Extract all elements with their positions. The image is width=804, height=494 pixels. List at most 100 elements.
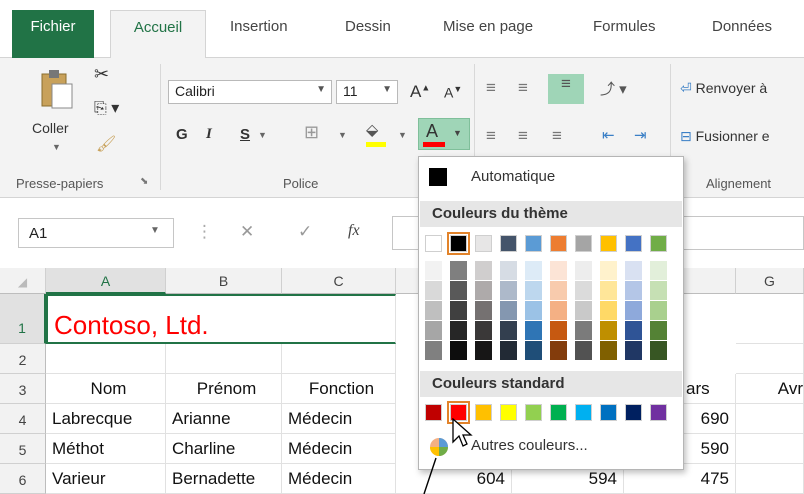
- theme-shade-swatch[interactable]: [500, 321, 517, 340]
- cell[interactable]: [736, 344, 804, 374]
- cell-nom[interactable]: Méthot: [46, 434, 166, 464]
- underline-button[interactable]: S: [240, 126, 250, 143]
- theme-color-swatch[interactable]: [575, 235, 592, 252]
- font-size-combo[interactable]: 11 ▼: [336, 80, 398, 104]
- header-cell-nom[interactable]: Nom: [46, 374, 166, 404]
- standard-color-swatch[interactable]: [600, 404, 617, 421]
- standard-color-swatch[interactable]: [425, 404, 442, 421]
- theme-shade-swatch[interactable]: [475, 341, 492, 360]
- paste-button[interactable]: [36, 68, 76, 112]
- row-header-3[interactable]: 3: [0, 374, 46, 404]
- cell[interactable]: [736, 294, 804, 344]
- row-header-2[interactable]: 2: [0, 344, 46, 374]
- cell-nom[interactable]: Labrecque: [46, 404, 166, 434]
- cut-icon[interactable]: ✂: [94, 64, 109, 85]
- standard-color-swatch[interactable]: [500, 404, 517, 421]
- cell-prenom[interactable]: Charline: [166, 434, 282, 464]
- theme-shade-swatch[interactable]: [425, 261, 442, 280]
- theme-color-swatch[interactable]: [625, 235, 642, 252]
- theme-shade-swatch[interactable]: [575, 341, 592, 360]
- theme-shade-swatch[interactable]: [650, 261, 667, 280]
- standard-color-swatch[interactable]: [650, 404, 667, 421]
- cancel-icon[interactable]: ✕: [240, 222, 254, 242]
- align-top-icon[interactable]: ≡: [486, 78, 496, 98]
- theme-shade-swatch[interactable]: [650, 341, 667, 360]
- insert-function-button[interactable]: fx: [348, 222, 360, 240]
- theme-shade-swatch[interactable]: [525, 341, 542, 360]
- theme-shade-swatch[interactable]: [575, 261, 592, 280]
- enter-icon[interactable]: ✓: [298, 222, 312, 242]
- row-header-6[interactable]: 6: [0, 464, 46, 494]
- cell-fonction[interactable]: Médecin: [282, 464, 396, 494]
- theme-shade-swatch[interactable]: [525, 301, 542, 320]
- header-cell-prenom[interactable]: Prénom: [166, 374, 282, 404]
- increase-indent-icon[interactable]: ⇥: [634, 126, 647, 144]
- align-bottom-button[interactable]: ≡: [548, 74, 584, 104]
- standard-color-swatch[interactable]: [625, 404, 642, 421]
- column-header-b[interactable]: B: [166, 268, 282, 294]
- theme-shade-swatch[interactable]: [450, 341, 467, 360]
- cell-nom[interactable]: Varieur: [46, 464, 166, 494]
- standard-color-swatch[interactable]: [525, 404, 542, 421]
- theme-shade-swatch[interactable]: [475, 281, 492, 300]
- theme-shade-swatch[interactable]: [425, 281, 442, 300]
- cell[interactable]: [736, 464, 804, 494]
- align-left-icon[interactable]: ≡: [486, 126, 496, 146]
- theme-shade-swatch[interactable]: [550, 261, 567, 280]
- theme-color-swatch[interactable]: [425, 235, 442, 252]
- tab-mise-en-page[interactable]: Mise en page: [443, 18, 533, 35]
- borders-icon[interactable]: ⊞: [304, 122, 319, 143]
- grow-font-button[interactable]: A▲: [410, 82, 430, 102]
- row-header-5[interactable]: 5: [0, 434, 46, 464]
- fill-color-button[interactable]: ⬙: [366, 120, 388, 148]
- theme-shade-swatch[interactable]: [450, 321, 467, 340]
- chevron-down-icon[interactable]: ▼: [150, 225, 160, 236]
- theme-shade-swatch[interactable]: [525, 321, 542, 340]
- theme-shade-swatch[interactable]: [625, 261, 642, 280]
- theme-shade-swatch[interactable]: [650, 281, 667, 300]
- theme-color-swatch[interactable]: [600, 235, 617, 252]
- paste-dropdown-icon[interactable]: ▼: [52, 142, 61, 152]
- theme-shade-swatch[interactable]: [425, 341, 442, 360]
- theme-shade-swatch[interactable]: [625, 341, 642, 360]
- cell-a1-title[interactable]: Contoso, Ltd.: [46, 294, 396, 344]
- theme-shade-swatch[interactable]: [525, 261, 542, 280]
- theme-shade-swatch[interactable]: [450, 261, 467, 280]
- standard-color-swatch[interactable]: [550, 404, 567, 421]
- theme-shade-swatch[interactable]: [550, 301, 567, 320]
- header-cell-fonction[interactable]: Fonction: [282, 374, 396, 404]
- theme-shade-swatch[interactable]: [450, 301, 467, 320]
- theme-shade-swatch[interactable]: [500, 281, 517, 300]
- tab-formules[interactable]: Formules: [593, 18, 656, 35]
- theme-shade-swatch[interactable]: [650, 301, 667, 320]
- copy-icon[interactable]: ⎘ ▾: [94, 98, 119, 118]
- theme-shade-swatch[interactable]: [650, 321, 667, 340]
- cell[interactable]: [282, 344, 396, 374]
- decrease-indent-icon[interactable]: ⇤: [602, 126, 615, 144]
- theme-color-swatch[interactable]: [650, 235, 667, 252]
- tab-insertion[interactable]: Insertion: [230, 18, 288, 35]
- cell[interactable]: [166, 344, 282, 374]
- theme-shade-swatch[interactable]: [425, 321, 442, 340]
- merge-button[interactable]: ⊟ Fusionner e: [680, 128, 770, 145]
- theme-color-swatch[interactable]: [475, 235, 492, 252]
- font-color-button[interactable]: A ▼: [418, 118, 470, 150]
- cell-value[interactable]: 590: [684, 434, 736, 464]
- wrap-text-button[interactable]: ⏎ Renvoyer à: [680, 80, 767, 97]
- theme-shade-swatch[interactable]: [600, 321, 617, 340]
- format-painter-icon[interactable]: 🖌: [96, 134, 116, 154]
- cell[interactable]: [736, 404, 804, 434]
- theme-shade-swatch[interactable]: [475, 301, 492, 320]
- cell-fonction[interactable]: Médecin: [282, 434, 396, 464]
- cell-value[interactable]: 690: [684, 404, 736, 434]
- theme-shade-swatch[interactable]: [625, 301, 642, 320]
- orientation-icon[interactable]: ⤴ ▾: [600, 78, 627, 99]
- theme-shade-swatch[interactable]: [425, 301, 442, 320]
- bold-button[interactable]: G: [176, 126, 188, 143]
- theme-shade-swatch[interactable]: [600, 261, 617, 280]
- header-cell-avril[interactable]: Avr: [736, 374, 804, 404]
- theme-color-swatch[interactable]: [447, 232, 470, 255]
- italic-button[interactable]: I: [206, 126, 212, 143]
- theme-shade-swatch[interactable]: [550, 341, 567, 360]
- theme-color-swatch[interactable]: [525, 235, 542, 252]
